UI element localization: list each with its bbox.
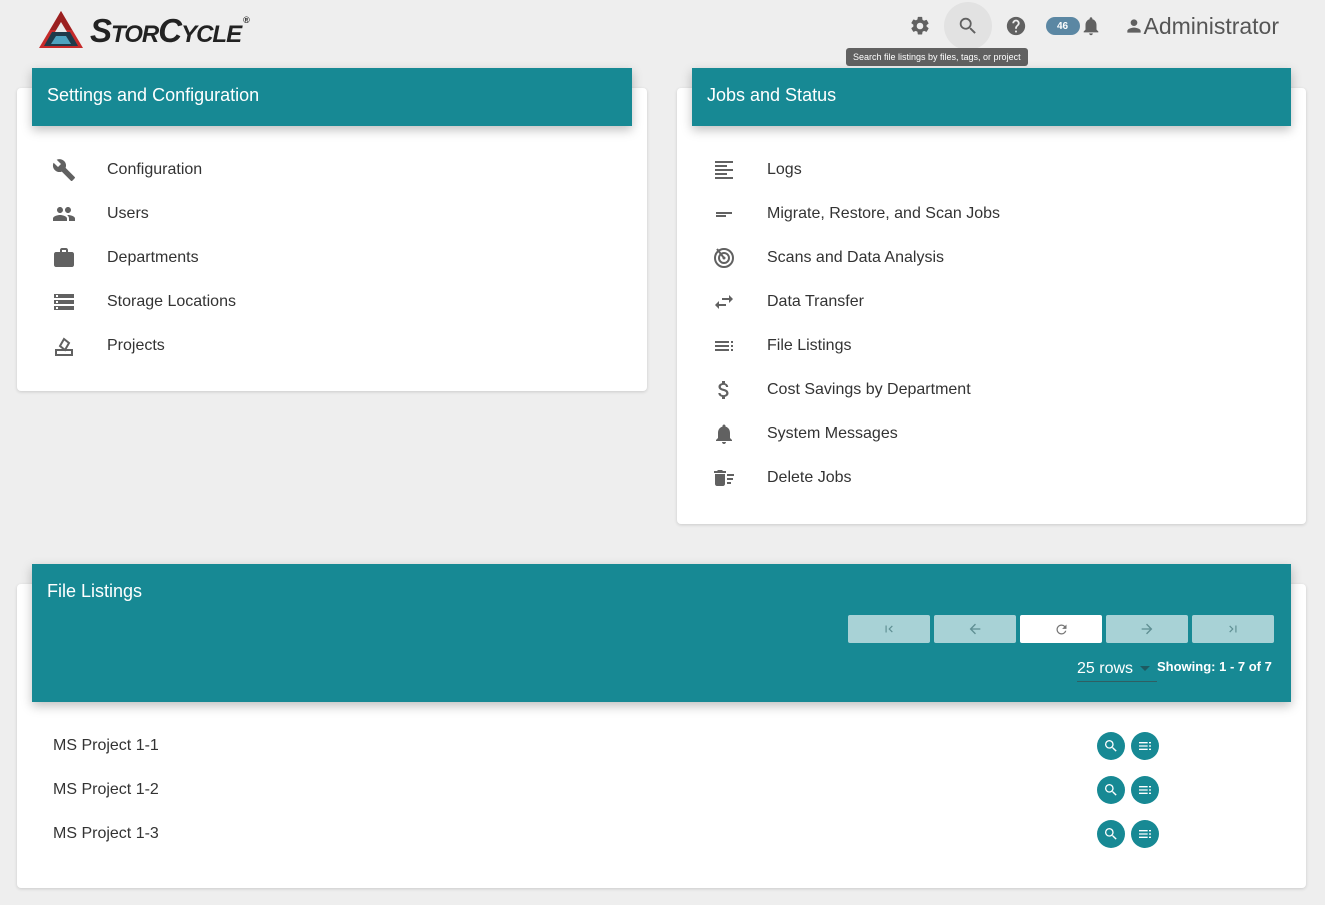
logo-triangle-icon bbox=[39, 11, 83, 48]
storage-icon bbox=[51, 290, 77, 314]
menu-item-projects[interactable]: Projects bbox=[17, 324, 647, 368]
jobs-card-title: Jobs and Status bbox=[707, 85, 837, 105]
last-page-icon bbox=[1229, 625, 1237, 633]
briefcase-icon bbox=[51, 246, 77, 270]
search-icon bbox=[959, 17, 976, 34]
bell-icon bbox=[1083, 17, 1098, 36]
settings-card-header: Settings and Configuration bbox=[32, 68, 632, 126]
radar-icon bbox=[711, 246, 737, 270]
help-icon bbox=[1006, 16, 1025, 36]
menu-item-delete-jobs[interactable]: Delete Jobs bbox=[677, 456, 1306, 500]
row-list-button[interactable] bbox=[1131, 732, 1159, 760]
list-icon bbox=[1139, 830, 1151, 838]
user-name: Administrator bbox=[1143, 12, 1279, 39]
settings-button[interactable] bbox=[896, 4, 944, 48]
jobs-card-header: Jobs and Status bbox=[692, 68, 1291, 126]
pagination-controls bbox=[848, 615, 1274, 643]
search-button[interactable] bbox=[943, 2, 992, 50]
settings-card: Configuration Users Departments Storage … bbox=[17, 88, 647, 391]
file-listing-name: MS Project 1-3 bbox=[53, 825, 159, 842]
dollar-icon bbox=[711, 378, 737, 402]
list-item: MS Project 1-1 bbox=[17, 724, 1306, 768]
notifications-button[interactable]: 46 bbox=[1045, 15, 1102, 37]
refresh-icon bbox=[1056, 624, 1066, 634]
menu-item-cost-savings[interactable]: Cost Savings by Department bbox=[677, 368, 1306, 412]
storcycle-logo[interactable]: STORCYCLE® bbox=[38, 10, 250, 50]
wrench-icon bbox=[51, 158, 77, 182]
row-search-button[interactable] bbox=[1097, 732, 1125, 760]
users-icon bbox=[51, 202, 77, 226]
first-page-icon bbox=[885, 625, 893, 633]
menu-item-configuration[interactable]: Configuration bbox=[17, 148, 647, 192]
projects-icon bbox=[51, 334, 77, 358]
user-menu[interactable]: Administrator bbox=[1124, 13, 1279, 40]
settings-menu: Configuration Users Departments Storage … bbox=[17, 148, 647, 368]
showing-count: Showing: 1 - 7 of 7 bbox=[1157, 659, 1272, 674]
prev-page-icon bbox=[969, 623, 981, 635]
menu-item-storage-locations[interactable]: Storage Locations bbox=[17, 280, 647, 324]
refresh-button[interactable] bbox=[1020, 615, 1102, 643]
logo-text: STORCYCLE® bbox=[90, 11, 250, 49]
menu-item-system-messages[interactable]: System Messages bbox=[677, 412, 1306, 456]
row-search-button[interactable] bbox=[1097, 776, 1125, 804]
next-page-icon bbox=[1141, 623, 1153, 635]
menu-item-jobs[interactable]: Migrate, Restore, and Scan Jobs bbox=[677, 192, 1306, 236]
delete-sweep-icon bbox=[711, 466, 737, 490]
file-listings-card-header: File Listings 25 rows Showing: 1 - 7 of … bbox=[32, 564, 1291, 702]
help-button[interactable] bbox=[992, 4, 1040, 48]
chevron-down-icon bbox=[1140, 666, 1151, 671]
menu-item-file-listings[interactable]: File Listings bbox=[677, 324, 1306, 368]
row-list-button[interactable] bbox=[1131, 776, 1159, 804]
file-listing-name: MS Project 1-1 bbox=[53, 737, 159, 754]
file-listings-card-title: File Listings bbox=[47, 581, 143, 601]
rows-per-page-select[interactable]: 25 rows bbox=[1077, 656, 1157, 682]
menu-item-users[interactable]: Users bbox=[17, 192, 647, 236]
list-icon bbox=[1139, 786, 1151, 794]
first-page-button[interactable] bbox=[848, 615, 930, 643]
list-icon bbox=[1139, 742, 1151, 750]
menu-item-data-transfer[interactable]: Data Transfer bbox=[677, 280, 1306, 324]
bell-icon bbox=[711, 422, 737, 446]
jobs-icon bbox=[711, 202, 737, 226]
search-tooltip: Search file listings by files, tags, or … bbox=[846, 48, 1028, 66]
settings-card-title: Settings and Configuration bbox=[47, 85, 260, 105]
menu-item-logs[interactable]: Logs bbox=[677, 148, 1306, 192]
logs-icon bbox=[711, 158, 737, 182]
notification-badge: 46 bbox=[1045, 17, 1080, 35]
menu-item-scans[interactable]: Scans and Data Analysis bbox=[677, 236, 1306, 280]
prev-page-button[interactable] bbox=[934, 615, 1016, 643]
person-icon bbox=[1126, 19, 1141, 33]
list-item: MS Project 1-2 bbox=[17, 768, 1306, 812]
file-listing-name: MS Project 1-2 bbox=[53, 781, 159, 798]
top-toolbar: 46 Administrator bbox=[896, 2, 1325, 50]
row-search-button[interactable] bbox=[1097, 820, 1125, 848]
search-icon bbox=[1105, 828, 1117, 840]
menu-item-departments[interactable]: Departments bbox=[17, 236, 647, 280]
search-icon bbox=[1105, 740, 1117, 752]
list-item: MS Project 1-3 bbox=[17, 812, 1306, 856]
jobs-menu: Logs Migrate, Restore, and Scan Jobs Sca… bbox=[677, 148, 1306, 500]
transfer-icon bbox=[711, 290, 737, 314]
jobs-card: Logs Migrate, Restore, and Scan Jobs Sca… bbox=[677, 88, 1306, 524]
gear-icon bbox=[910, 16, 929, 35]
next-page-button[interactable] bbox=[1106, 615, 1188, 643]
last-page-button[interactable] bbox=[1192, 615, 1274, 643]
row-list-button[interactable] bbox=[1131, 820, 1159, 848]
search-icon bbox=[1105, 784, 1117, 796]
rows-per-page-value: 25 rows bbox=[1077, 659, 1134, 677]
file-listings-icon bbox=[711, 334, 737, 358]
